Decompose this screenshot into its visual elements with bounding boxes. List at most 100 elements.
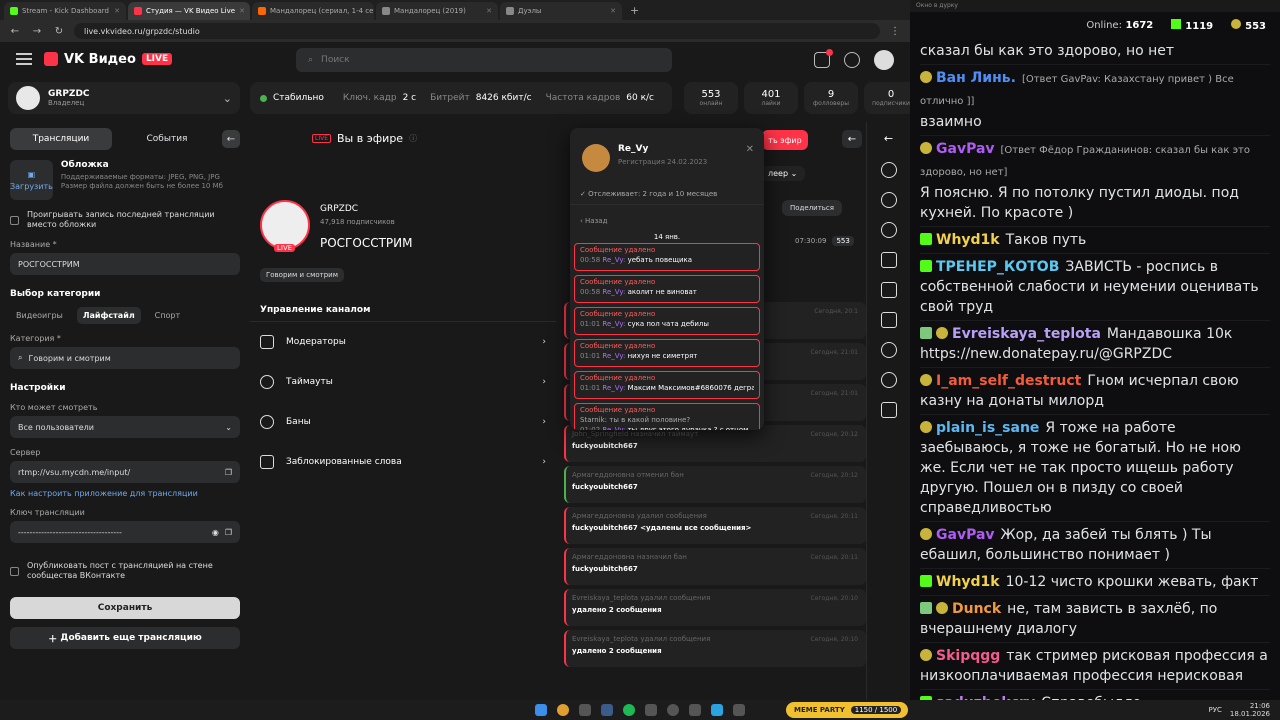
language-indicator[interactable]: РУС — [1209, 706, 1222, 714]
management-row[interactable]: Таймауты › — [250, 362, 556, 402]
chat-username[interactable]: Whyd1k — [936, 232, 1000, 248]
log-item[interactable]: John_Springfield назначил таймаут fuckyou… — [564, 425, 866, 462]
log-item[interactable]: Evreiskaya_teplota удалил сообщения удале… — [564, 589, 866, 626]
obs-icon[interactable] — [667, 704, 679, 716]
eye-icon[interactable]: ◉ — [212, 528, 219, 537]
close-icon[interactable]: ✕ — [114, 7, 120, 15]
browser-tab[interactable]: Мандалорец (сериал, 1-4 сезон)✕ — [252, 2, 374, 20]
list-icon[interactable] — [880, 282, 897, 298]
close-icon[interactable]: ✕ — [239, 7, 245, 15]
category-lifestyle[interactable]: Лайфстайл — [76, 307, 141, 324]
chat-username[interactable]: GavPav — [936, 141, 995, 157]
chat-username[interactable]: plain_is_sane — [936, 420, 1039, 436]
browser-tab[interactable]: Дуэлы ✕ — [500, 2, 622, 20]
log-item[interactable]: Армагеддоновна отменил бан fuckyoubitch66… — [564, 466, 866, 503]
setup-help-link[interactable]: Как настроить приложение для трансляции — [10, 489, 240, 498]
publish-checkbox-row[interactable]: Опубликовать пост с трансляцией на стене… — [10, 561, 240, 581]
add-stream-button[interactable]: ＋ Добавить еще трансляцию — [10, 627, 240, 649]
management-header: Управление каналом — [250, 298, 556, 322]
collapse-chat-button[interactable]: ← — [842, 130, 862, 148]
who-can-watch-select[interactable]: Все пользователи ⌄ — [10, 416, 240, 438]
close-icon[interactable]: ✕ — [486, 7, 492, 15]
deleted-message[interactable]: Сообщение удалено 00:58 Re_Vy: уебать пов… — [574, 243, 760, 271]
forward-icon[interactable]: → — [30, 26, 44, 37]
browser-tab[interactable]: Студия — VK Видео Live ✕ — [128, 2, 250, 20]
new-tab-icon[interactable]: + — [624, 4, 645, 20]
app-icon[interactable] — [579, 704, 591, 716]
end-stream-button[interactable]: ть эфир — [762, 130, 808, 150]
add-icon[interactable] — [844, 52, 860, 68]
close-icon[interactable]: ✕ — [746, 144, 754, 155]
replay-checkbox[interactable] — [10, 215, 19, 225]
chat-username[interactable]: Evreiskaya_teplota — [952, 326, 1101, 342]
deleted-message[interactable]: Сообщение удалено 00:58 Re_Vy: аколит не … — [574, 275, 760, 303]
deleted-message[interactable]: Сообщение удалено 01:01 Re_Vy: Максим Мак… — [574, 371, 760, 399]
chat-username[interactable]: GavPav — [936, 527, 995, 543]
replay-checkbox-row[interactable]: Проигрывать запись последней трансляции … — [10, 210, 240, 230]
app-icon[interactable] — [689, 704, 701, 716]
chat-username[interactable]: I_am_self_destruct — [936, 373, 1081, 389]
chat-username[interactable]: Ван Линь. — [936, 70, 1016, 86]
category-sport[interactable]: Спорт — [149, 307, 186, 324]
title-input[interactable]: РОСГОССТРИМ — [10, 253, 240, 275]
chat-username[interactable]: Whyd1k — [936, 574, 1000, 590]
deleted-message[interactable]: Сообщение удалено 01:01 Re_Vy: нихуя не с… — [574, 339, 760, 367]
steam-icon[interactable] — [601, 704, 613, 716]
back-arrow-icon[interactable]: ← — [881, 132, 897, 148]
menu-icon[interactable]: ⋮ — [888, 26, 902, 37]
avatar[interactable] — [874, 50, 894, 70]
browser-tab[interactable]: Мандалорец (2019) ✕ — [376, 2, 498, 20]
management-row[interactable]: Заблокированные слова › — [250, 442, 556, 482]
close-icon[interactable]: ✕ — [610, 7, 616, 15]
badge-icon[interactable] — [880, 402, 897, 418]
category-games[interactable]: Видеоигры — [10, 307, 69, 324]
tab-events[interactable]: События — [116, 128, 218, 150]
chrome-icon[interactable] — [557, 704, 569, 716]
chat-username[interactable]: ТРЕНЕР_КОТОВ — [936, 259, 1059, 275]
info-icon[interactable]: ⓘ — [409, 133, 417, 144]
deleted-message[interactable]: Сообщение удалено Starnik: ты в какой пол… — [574, 403, 760, 430]
management-row[interactable]: Модераторы › — [250, 322, 556, 362]
management-row[interactable]: Баны › — [250, 402, 556, 442]
stream-key-field[interactable]: ------------------------------------ ◉ ❐ — [10, 521, 240, 543]
log-item[interactable]: Армагеддоновна назначил бан fuckyoubitch6… — [564, 548, 866, 585]
vk-logo[interactable]: VK Видео LIVE — [44, 52, 173, 67]
windows-start-icon[interactable] — [535, 704, 547, 716]
publish-checkbox[interactable] — [10, 566, 19, 576]
deleted-message[interactable]: Сообщение удалено 01:01 Re_Vy: сука пол ч… — [574, 307, 760, 335]
copy-icon[interactable]: ❐ — [225, 468, 232, 477]
chat-username[interactable]: Skipqgg — [936, 648, 1000, 664]
app-icon[interactable] — [733, 704, 745, 716]
stats-icon[interactable] — [880, 312, 897, 328]
back-icon[interactable]: ← — [8, 26, 22, 37]
collapse-button[interactable]: ← — [222, 130, 240, 148]
spotify-icon[interactable] — [623, 704, 635, 716]
save-button[interactable]: Сохранить — [10, 597, 240, 619]
app-icon[interactable] — [645, 704, 657, 716]
log-item[interactable]: Evreiskaya_teplota удалил сообщения удале… — [564, 630, 866, 667]
notifications-icon[interactable] — [814, 49, 833, 68]
channel-selector[interactable]: GRPZDC Владелец ⌄ — [8, 82, 240, 114]
exchange-icon[interactable] — [880, 372, 897, 388]
url-field[interactable]: live.vkvideo.ru/grpzdc/studio — [74, 23, 880, 39]
chat-username[interactable]: Dunck — [952, 601, 1001, 617]
telegram-icon[interactable] — [711, 704, 723, 716]
gem-icon[interactable] — [880, 222, 897, 238]
tab-streams[interactable]: Трансляции — [10, 128, 112, 150]
category-tag[interactable]: Говорим и смотрим — [260, 268, 344, 282]
server-field[interactable]: rtmp://vsu.mycdn.me/input/ ❐ — [10, 461, 240, 483]
copy-icon[interactable]: ❐ — [225, 528, 232, 537]
search-input[interactable]: ⌕ Поиск — [296, 48, 672, 72]
player-dropdown[interactable]: леер ⌄ — [760, 166, 806, 181]
share-button[interactable]: Поделиться — [782, 200, 842, 216]
gear-icon[interactable] — [880, 162, 897, 178]
menu-icon[interactable] — [16, 53, 32, 65]
browser-tab[interactable]: Stream - Kick Dashboard ✕ — [4, 2, 126, 20]
log-item[interactable]: Армагеддоновна удалил сообщения fuckyoubi… — [564, 507, 866, 544]
upload-cover-button[interactable]: ▣ Загрузить — [10, 160, 53, 200]
category-input[interactable]: ⌕ Говорим и смотрим — [10, 347, 240, 369]
dice-icon[interactable] — [880, 252, 897, 268]
diamond-icon[interactable] — [880, 192, 897, 208]
trophy-icon[interactable] — [880, 342, 897, 358]
reload-icon[interactable]: ↻ — [52, 26, 66, 37]
